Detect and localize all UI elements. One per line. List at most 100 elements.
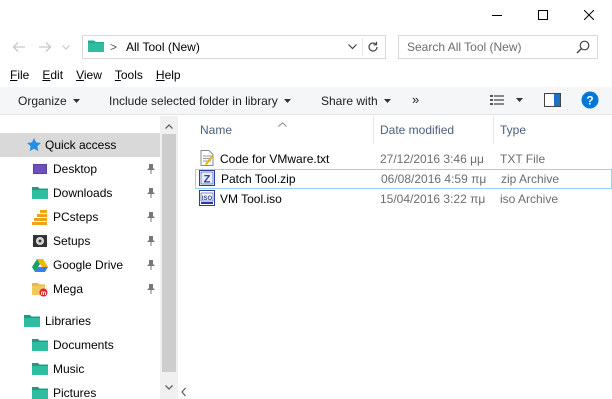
file-type: TXT File: [500, 152, 546, 166]
nav-quick-access-label: Quick access: [45, 138, 117, 152]
menu-view-rest: iew: [83, 68, 102, 82]
recent-locations-button[interactable]: [60, 38, 72, 56]
mega-folder-icon: m: [32, 281, 48, 297]
nav-item-label: PCsteps: [53, 210, 99, 224]
search-box[interactable]: [398, 35, 598, 59]
address-dropdown-button[interactable]: [345, 40, 359, 54]
nav-item-mega[interactable]: m Mega: [0, 277, 160, 301]
nav-item-downloads[interactable]: Downloads: [0, 181, 160, 205]
menu-view[interactable]: View: [76, 66, 102, 86]
nav-item-music[interactable]: Music: [0, 357, 160, 381]
svg-text:ISO: ISO: [202, 196, 213, 202]
maximize-button[interactable]: [520, 0, 566, 30]
chevron-down-icon: [62, 44, 70, 50]
nav-item-label: Music: [53, 362, 85, 376]
search-input[interactable]: [399, 40, 569, 54]
music-folder-icon: [32, 361, 48, 377]
iso-file-icon: ISO: [199, 190, 215, 206]
menu-help[interactable]: Help: [156, 66, 181, 86]
zip-file-icon: Z: [199, 170, 215, 186]
preview-pane-button[interactable]: [544, 93, 561, 110]
search-icon[interactable]: [576, 40, 590, 57]
share-label: Share with: [321, 94, 378, 108]
file-name: VM Tool.iso: [220, 192, 282, 206]
text-file-icon: [199, 150, 215, 166]
help-button[interactable]: ?: [581, 91, 599, 112]
refresh-button[interactable]: [365, 39, 381, 55]
file-type: iso Archive: [500, 192, 559, 206]
menu-edit-rest: dit: [50, 68, 64, 82]
back-arrow-icon: [12, 42, 25, 52]
menu-tools[interactable]: Tools: [115, 66, 143, 86]
file-type: zip Archive: [501, 172, 560, 186]
nav-scrollbar[interactable]: [160, 116, 178, 399]
caret-down-icon: [72, 99, 80, 103]
column-header-type[interactable]: Type: [500, 123, 526, 137]
address-path[interactable]: All Tool (New): [126, 40, 200, 54]
pin-icon[interactable]: [146, 211, 156, 225]
more-commands-button[interactable]: »: [412, 92, 419, 107]
menu-help-rest: elp: [164, 68, 181, 82]
minimize-button[interactable]: [474, 0, 520, 30]
star-icon: [26, 137, 42, 153]
organize-button[interactable]: Organize: [18, 94, 80, 108]
include-label: Include selected folder in library: [109, 94, 278, 108]
maximize-icon: [538, 10, 548, 20]
nav-libraries[interactable]: Libraries: [0, 309, 160, 333]
nav-item-label: Downloads: [53, 186, 113, 200]
pin-icon[interactable]: [146, 259, 156, 273]
caret-down-icon: [383, 99, 391, 103]
scroll-down-button[interactable]: [160, 381, 178, 393]
pin-icon[interactable]: [146, 163, 156, 177]
caret-down-icon: [283, 99, 291, 103]
menu-help-key: H: [155, 68, 165, 82]
share-with-button[interactable]: Share with: [321, 94, 391, 108]
file-row[interactable]: Code for VMware.txt 27/12/2016 3:46 μμ T…: [195, 149, 612, 169]
address-bar[interactable]: > All Tool (New): [82, 35, 386, 59]
minimize-icon: [492, 15, 502, 16]
nav-item-pictures[interactable]: Pictures: [0, 381, 160, 399]
desktop-icon: [32, 161, 48, 177]
path-separator[interactable]: >: [110, 40, 117, 54]
close-icon: [584, 10, 594, 20]
organize-label: Organize: [18, 94, 67, 108]
address-divider: [362, 38, 363, 56]
column-divider[interactable]: [373, 116, 374, 144]
nav-item-desktop[interactable]: Desktop: [0, 157, 160, 181]
change-view-button[interactable]: [490, 94, 524, 111]
menu-edit[interactable]: Edit: [42, 66, 63, 86]
forward-arrow-icon: [39, 42, 52, 52]
back-button[interactable]: [10, 38, 28, 56]
chevron-down-icon: [165, 384, 173, 390]
nav-item-setups[interactable]: Setups: [0, 229, 160, 253]
nav-item-documents[interactable]: Documents: [0, 333, 160, 357]
column-divider[interactable]: [493, 116, 494, 144]
menu-bar: File Edit View Tools Help: [0, 66, 612, 86]
scroll-up-button[interactable]: [160, 120, 178, 132]
nav-item-google-drive[interactable]: Google Drive: [0, 253, 160, 277]
nav-quick-access[interactable]: Quick access: [0, 133, 160, 157]
pin-icon[interactable]: [146, 235, 156, 249]
setups-folder-icon: [32, 233, 48, 249]
forward-button[interactable]: [36, 38, 54, 56]
scroll-thumb[interactable]: [162, 134, 176, 372]
menu-view-key: V: [76, 68, 84, 82]
file-row[interactable]: ISO VM Tool.iso 15/04/2016 3:22 πμ iso A…: [195, 189, 612, 209]
nav-libraries-label: Libraries: [45, 314, 92, 328]
nav-item-pcsteps[interactable]: PCsteps: [0, 205, 160, 229]
google-drive-icon: [32, 257, 48, 273]
scroll-left-button[interactable]: [178, 385, 190, 399]
column-header-date[interactable]: Date modified: [380, 123, 454, 137]
file-date: 15/04/2016 3:22 πμ: [380, 192, 486, 206]
documents-folder-icon: [32, 337, 48, 353]
include-in-library-button[interactable]: Include selected folder in library: [109, 94, 291, 108]
pin-icon[interactable]: [146, 283, 156, 297]
column-header-name[interactable]: Name: [200, 123, 232, 137]
file-date: 27/12/2016 3:46 μμ: [380, 152, 484, 166]
menu-file[interactable]: File: [10, 66, 29, 86]
file-row[interactable]: Z Patch Tool.zip 06/08/2016 4:59 πμ zip …: [195, 169, 612, 189]
pcsteps-folder-icon: [32, 209, 48, 225]
close-button[interactable]: [566, 0, 612, 30]
refresh-icon: [368, 41, 378, 52]
pin-icon[interactable]: [146, 187, 156, 201]
